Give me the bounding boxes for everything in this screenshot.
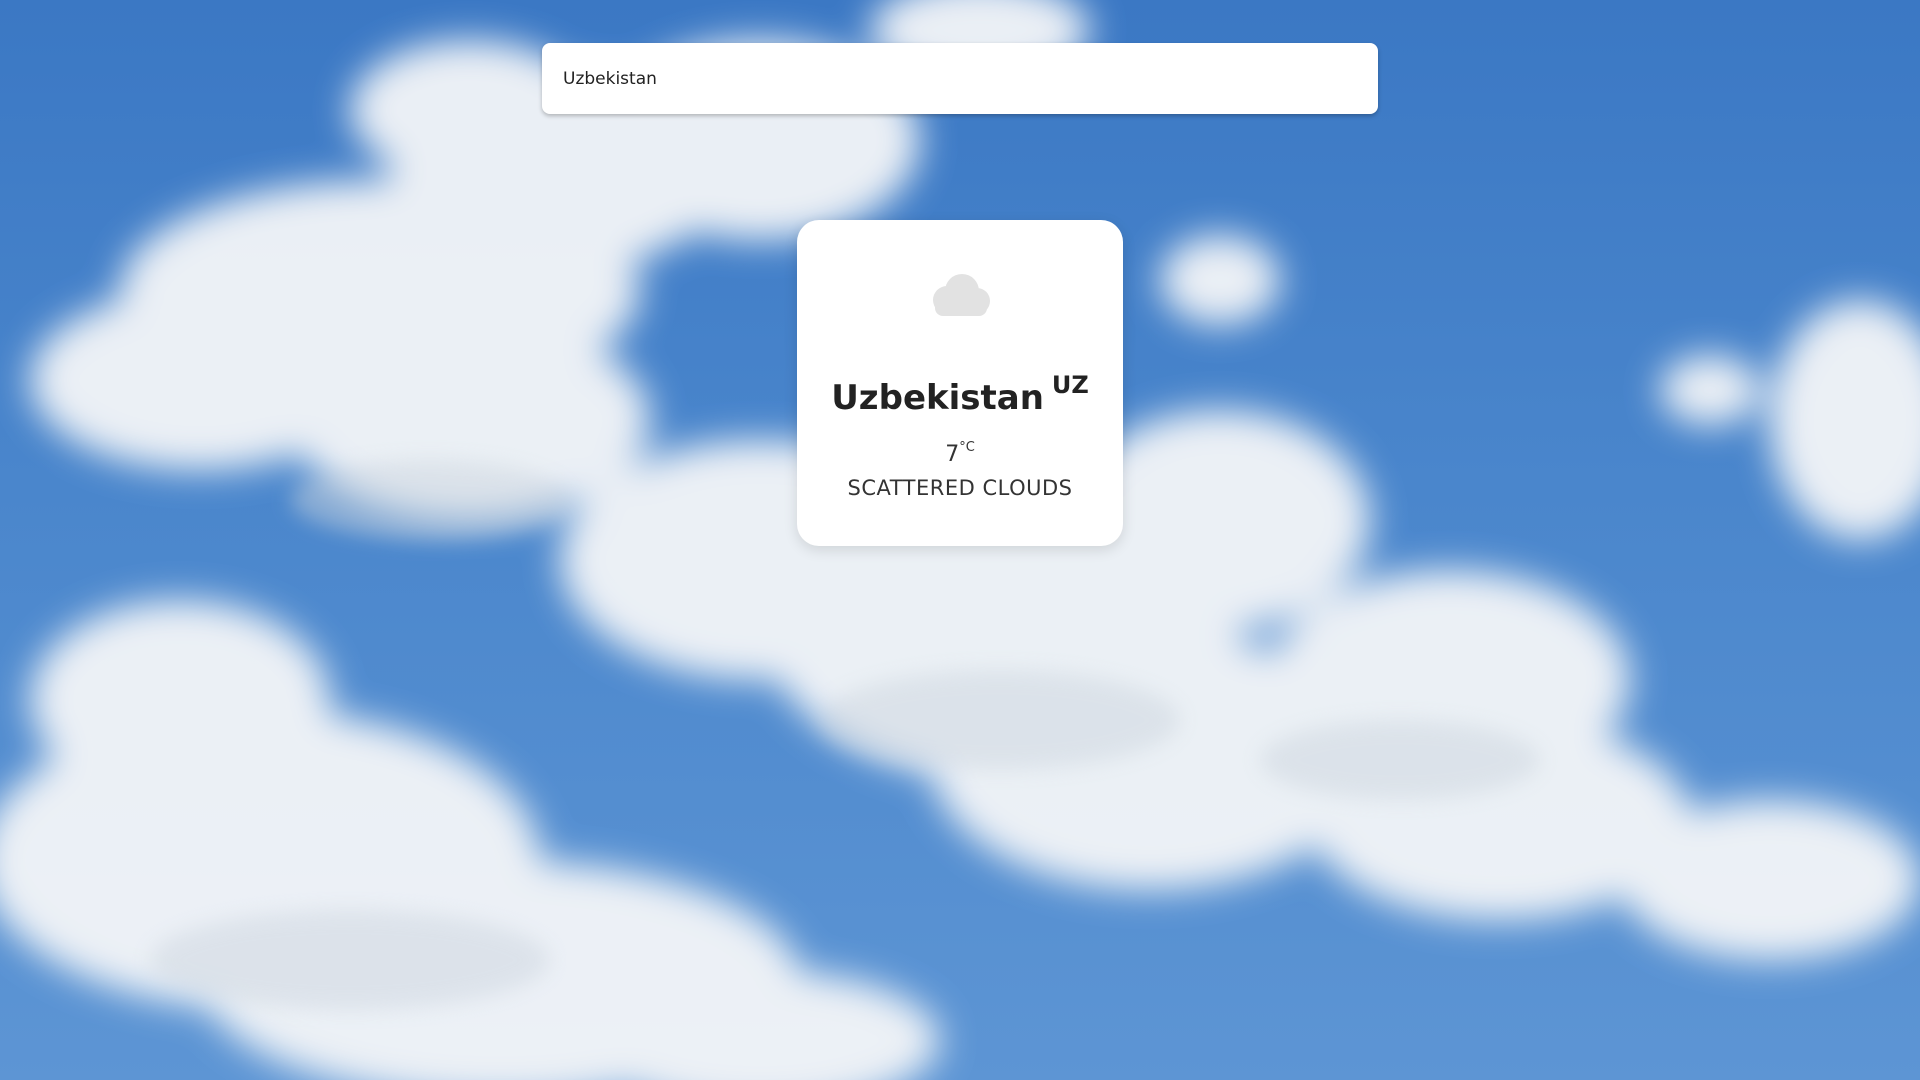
weather-card: Uzbekistan UZ 7°C SCATTERED CLOUDS (797, 220, 1123, 546)
temperature: 7°C (797, 440, 1123, 467)
cloud-icon (933, 274, 990, 316)
city-heading: Uzbekistan UZ (797, 371, 1123, 418)
weather-description: SCATTERED CLOUDS (847, 476, 1073, 500)
search-input[interactable] (542, 43, 1378, 114)
city-name: Uzbekistan (831, 378, 1044, 418)
search-bar (542, 43, 1378, 114)
country-code: UZ (1051, 371, 1089, 399)
temperature-unit: °C (959, 440, 975, 455)
temperature-value: 7 (945, 442, 960, 467)
